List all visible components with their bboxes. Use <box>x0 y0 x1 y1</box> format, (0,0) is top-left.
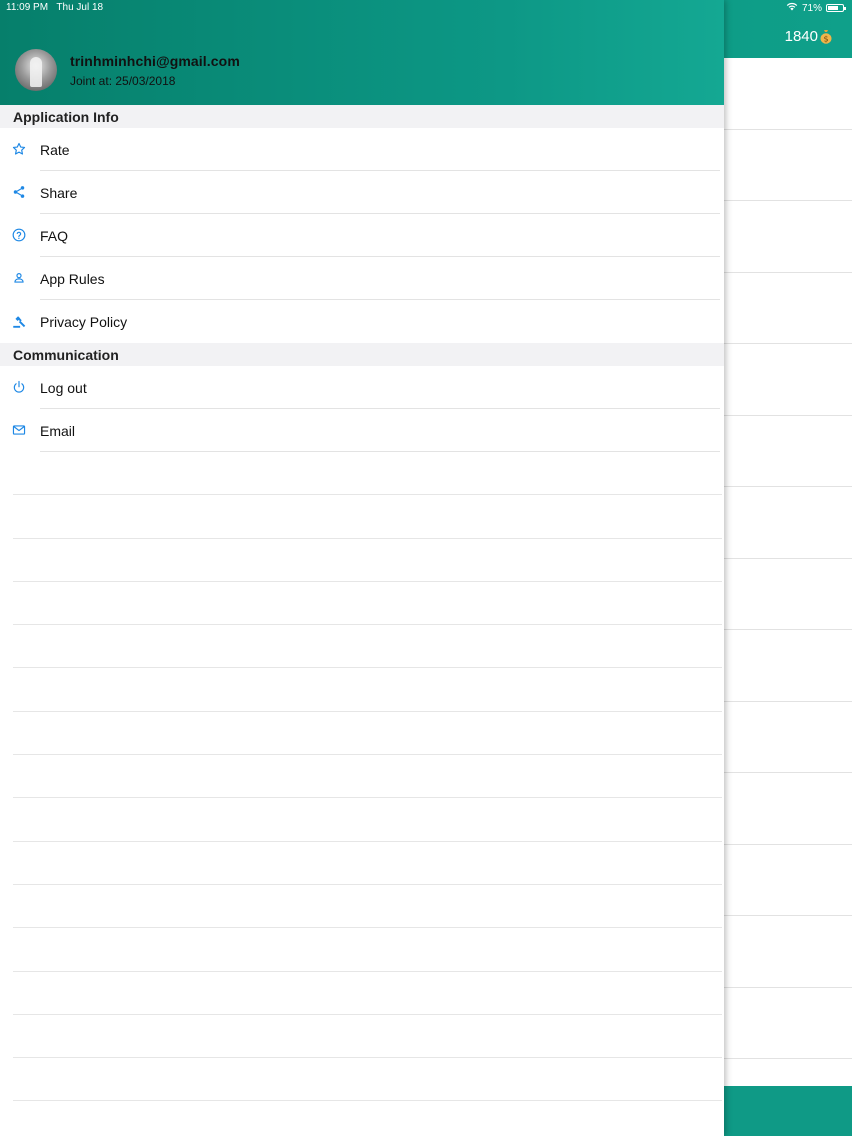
coin-count: 1840 <box>784 28 818 45</box>
menu-item-label: FAQ <box>40 228 69 244</box>
background-row <box>724 273 852 344</box>
background-row <box>724 58 852 130</box>
section-header-app-info: Application Info <box>0 105 724 128</box>
wifi-icon <box>786 2 798 14</box>
share-icon <box>12 185 28 201</box>
background-row <box>724 630 852 702</box>
empty-row <box>13 539 722 582</box>
empty-row <box>13 755 722 799</box>
background-row <box>724 773 852 845</box>
background-row <box>724 988 852 1059</box>
menu-item-faq[interactable]: FAQ <box>0 214 724 257</box>
star-icon <box>12 142 28 158</box>
menu-item-privacy-policy[interactable]: Privacy Policy <box>0 300 724 343</box>
empty-row <box>13 495 722 539</box>
status-bar: 11:09 PM Thu Jul 18 71% <box>0 0 852 16</box>
menu-item-label: Log out <box>40 380 87 396</box>
background-row <box>724 916 852 988</box>
background-row <box>724 130 852 201</box>
menu-item-share[interactable]: Share <box>0 171 724 214</box>
empty-row <box>13 842 722 885</box>
empty-row <box>13 928 722 972</box>
empty-row <box>13 1015 722 1059</box>
section-header-communication: Communication <box>0 343 724 366</box>
avatar[interactable] <box>15 49 57 91</box>
empty-row <box>13 668 722 712</box>
navigation-drawer: trinhminhchi@gmail.com Joint at: 25/03/2… <box>0 0 724 1136</box>
question-icon <box>12 228 28 244</box>
background-row <box>724 559 852 630</box>
menu-item-label: Share <box>40 185 78 201</box>
money-bag-icon: $ <box>820 29 832 44</box>
background-row <box>724 201 852 273</box>
background-list <box>724 58 852 1086</box>
power-icon <box>12 380 28 396</box>
background-row <box>724 416 852 487</box>
empty-row <box>13 885 722 929</box>
empty-row <box>13 712 722 756</box>
coin-balance[interactable]: 1840 $ <box>785 28 832 45</box>
svg-text:$: $ <box>823 35 828 44</box>
menu-item-log-out[interactable]: Log out <box>0 366 724 409</box>
menu-item-app-rules[interactable]: App Rules <box>0 257 724 300</box>
empty-list-area <box>0 452 724 1102</box>
menu-item-rate[interactable]: Rate <box>0 128 724 171</box>
battery-percent: 71% <box>801 2 822 14</box>
empty-row <box>13 582 722 626</box>
empty-row <box>13 798 722 842</box>
menu-item-label: App Rules <box>40 271 105 287</box>
person-icon <box>12 271 28 287</box>
menu-item-label: Email <box>40 423 76 439</box>
empty-row <box>13 625 722 669</box>
battery-icon <box>826 4 846 12</box>
menu-item-email[interactable]: Email <box>0 409 724 452</box>
menu-item-label: Privacy Policy <box>40 314 128 330</box>
menu-item-label: Rate <box>40 142 70 158</box>
user-email: trinhminhchi@gmail.com <box>70 53 240 69</box>
background-row <box>724 487 852 559</box>
background-row <box>724 845 852 916</box>
empty-row <box>13 452 722 496</box>
empty-row <box>13 1058 722 1102</box>
gavel-icon <box>12 314 28 330</box>
join-date: Joint at: 25/03/2018 <box>70 74 176 88</box>
app-screen: 1840 $ 11:09 PM Thu Jul 18 71% trinhminh… <box>0 0 852 1136</box>
empty-row <box>13 972 722 1015</box>
background-row <box>724 702 852 773</box>
status-time: 11:09 PM Thu Jul 18 <box>6 2 104 13</box>
mail-icon <box>12 423 28 439</box>
divider <box>40 451 720 452</box>
background-row <box>724 344 852 416</box>
